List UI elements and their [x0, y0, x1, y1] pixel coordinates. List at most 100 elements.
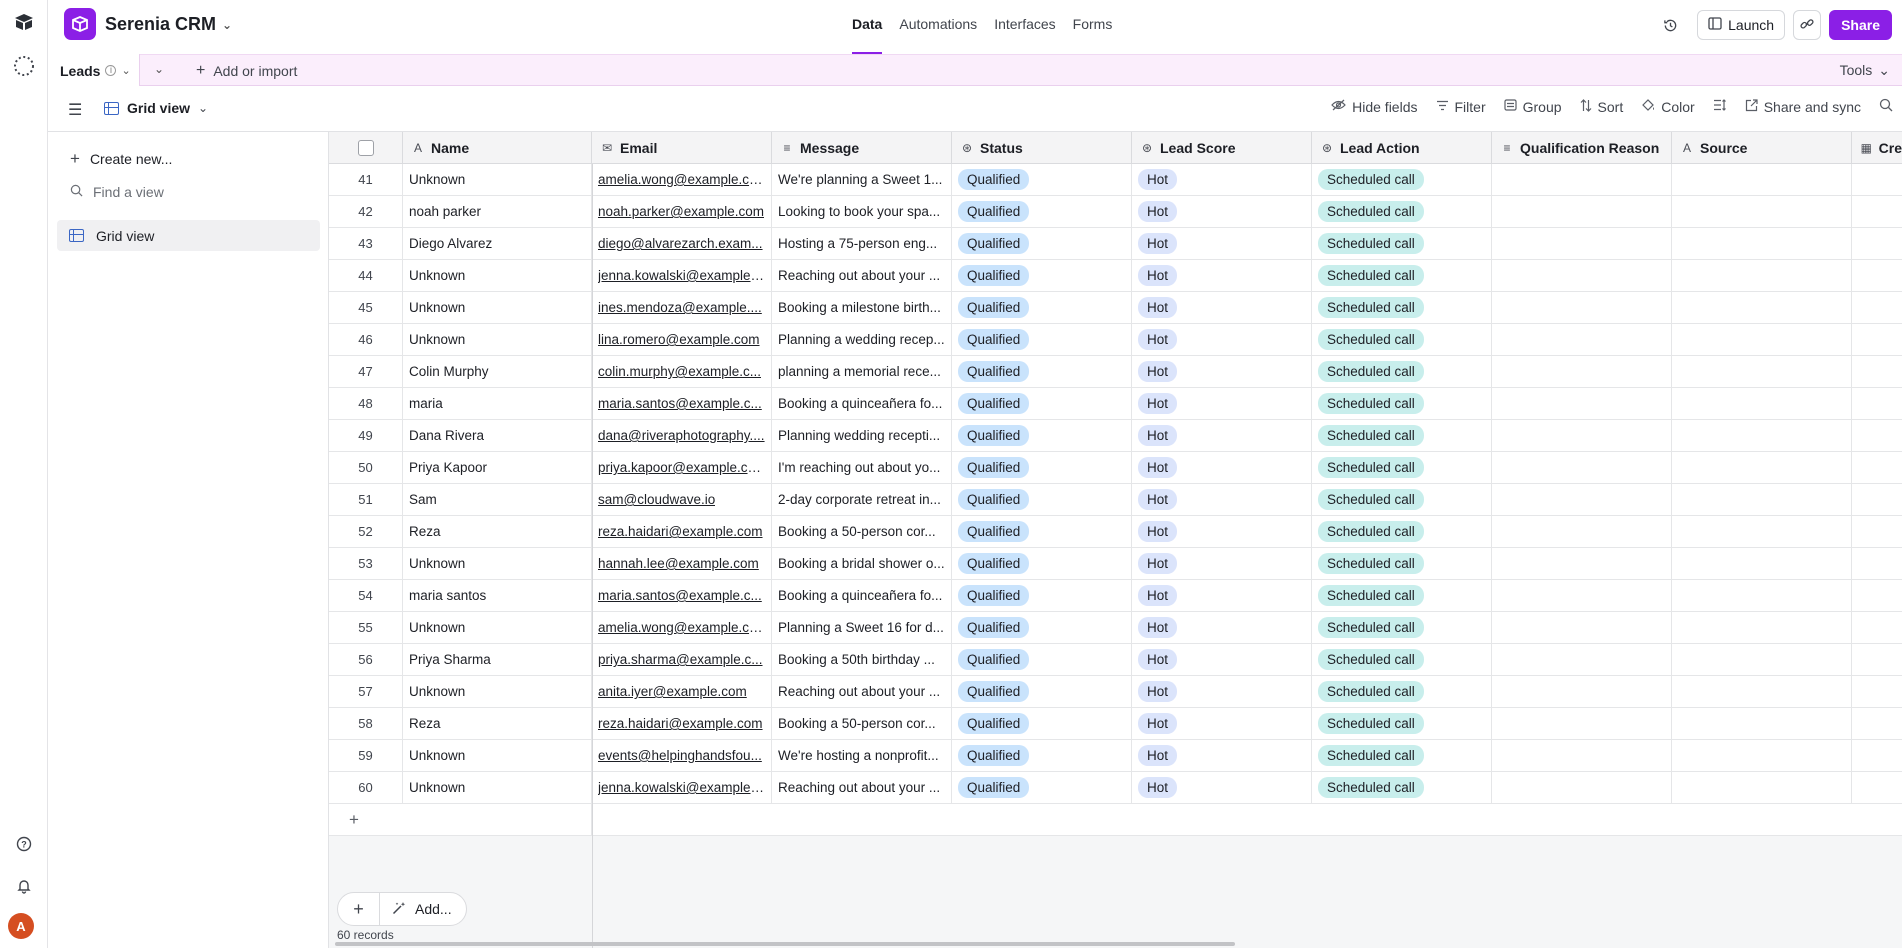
created-cell[interactable]	[1852, 196, 1902, 227]
email-cell[interactable]: jenna.kowalski@example....	[592, 772, 772, 803]
status-cell[interactable]: Qualified	[952, 260, 1132, 291]
view-switcher[interactable]: Grid view ⌄	[104, 100, 208, 116]
email-cell[interactable]: reza.haidari@example.com	[592, 516, 772, 547]
lead-action-cell[interactable]: Scheduled call	[1312, 260, 1492, 291]
lead-action-cell[interactable]: Scheduled call	[1312, 292, 1492, 323]
email-link[interactable]: sam@cloudwave.io	[598, 492, 715, 507]
copy-link-button[interactable]	[1793, 10, 1822, 40]
message-cell[interactable]: Booking a quinceañera fo...	[772, 388, 952, 419]
table-row[interactable]: 60 Unknown jenna.kowalski@example.... Reach…	[329, 772, 1902, 804]
created-cell[interactable]	[1852, 708, 1902, 739]
message-cell[interactable]: Booking a quinceañera fo...	[772, 580, 952, 611]
lead-score-cell[interactable]: Hot	[1132, 740, 1312, 771]
lead-action-cell[interactable]: Scheduled call	[1312, 772, 1492, 803]
message-cell[interactable]: We're planning a Sweet 1...	[772, 164, 952, 195]
email-link[interactable]: events@helpinghandsfou...	[598, 748, 762, 763]
qualification-reason-cell[interactable]	[1492, 228, 1672, 259]
sort-button[interactable]: Sort	[1571, 99, 1633, 115]
email-cell[interactable]: noah.parker@example.com	[592, 196, 772, 227]
lead-action-cell[interactable]: Scheduled call	[1312, 484, 1492, 515]
created-cell[interactable]	[1852, 324, 1902, 355]
qualification-reason-cell[interactable]	[1492, 164, 1672, 195]
lead-action-cell[interactable]: Scheduled call	[1312, 580, 1492, 611]
email-cell[interactable]: maria.santos@example.c...	[592, 580, 772, 611]
column-header-email[interactable]: ✉ Email	[592, 132, 772, 164]
email-cell[interactable]: ines.mendoza@example....	[592, 292, 772, 323]
lead-score-cell[interactable]: Hot	[1132, 772, 1312, 803]
qualification-reason-cell[interactable]	[1492, 260, 1672, 291]
name-cell[interactable]: Unknown	[403, 740, 592, 771]
name-cell[interactable]: Unknown	[403, 612, 592, 643]
name-cell[interactable]: Priya Kapoor	[403, 452, 592, 483]
email-cell[interactable]: priya.sharma@example.c...	[592, 644, 772, 675]
status-cell[interactable]: Qualified	[952, 548, 1132, 579]
qualification-reason-cell[interactable]	[1492, 772, 1672, 803]
source-cell[interactable]	[1672, 484, 1852, 515]
source-cell[interactable]	[1672, 228, 1852, 259]
name-cell[interactable]: Unknown	[403, 260, 592, 291]
qualification-reason-cell[interactable]	[1492, 292, 1672, 323]
email-link[interactable]: reza.haidari@example.com	[598, 524, 763, 539]
lead-score-cell[interactable]: Hot	[1132, 196, 1312, 227]
table-row[interactable]: 47 Colin Murphy colin.murphy@example.c... p…	[329, 356, 1902, 388]
email-cell[interactable]: lina.romero@example.com	[592, 324, 772, 355]
email-link[interactable]: hannah.lee@example.com	[598, 556, 759, 571]
lead-action-cell[interactable]: Scheduled call	[1312, 388, 1492, 419]
source-cell[interactable]	[1672, 196, 1852, 227]
user-avatar[interactable]: A	[8, 913, 34, 939]
status-cell[interactable]: Qualified	[952, 420, 1132, 451]
lead-score-cell[interactable]: Hot	[1132, 484, 1312, 515]
name-cell[interactable]: Unknown	[403, 324, 592, 355]
info-icon[interactable]: i	[105, 65, 117, 76]
table-row[interactable]: 43 Diego Alvarez diego@alvarezarch.exam...…	[329, 228, 1902, 260]
chevron-down-icon[interactable]: ⌄	[121, 64, 130, 77]
lead-action-cell[interactable]: Scheduled call	[1312, 548, 1492, 579]
status-cell[interactable]: Qualified	[952, 228, 1132, 259]
base-name-dropdown[interactable]: Serenia CRM ⌄	[105, 14, 232, 35]
qualification-reason-cell[interactable]	[1492, 388, 1672, 419]
lead-action-cell[interactable]: Scheduled call	[1312, 420, 1492, 451]
lead-action-cell[interactable]: Scheduled call	[1312, 452, 1492, 483]
status-cell[interactable]: Qualified	[952, 740, 1132, 771]
lead-action-cell[interactable]: Scheduled call	[1312, 644, 1492, 675]
lead-score-cell[interactable]: Hot	[1132, 612, 1312, 643]
table-row[interactable]: 50 Priya Kapoor priya.kapoor@example.co...…	[329, 452, 1902, 484]
email-link[interactable]: amelia.wong@example.com	[598, 620, 765, 635]
created-cell[interactable]	[1852, 356, 1902, 387]
name-cell[interactable]: maria	[403, 388, 592, 419]
email-link[interactable]: jenna.kowalski@example....	[598, 268, 765, 283]
status-cell[interactable]: Qualified	[952, 356, 1132, 387]
qualification-reason-cell[interactable]	[1492, 196, 1672, 227]
table-row[interactable]: 45 Unknown ines.mendoza@example.... Booking…	[329, 292, 1902, 324]
name-cell[interactable]: Sam	[403, 484, 592, 515]
message-cell[interactable]: planning a memorial rece...	[772, 356, 952, 387]
status-cell[interactable]: Qualified	[952, 388, 1132, 419]
toggle-sidebar-menu-icon[interactable]: ☰	[68, 100, 82, 120]
email-cell[interactable]: amelia.wong@example.com	[592, 612, 772, 643]
source-cell[interactable]	[1672, 772, 1852, 803]
name-cell[interactable]: noah parker	[403, 196, 592, 227]
table-row[interactable]: 57 Unknown anita.iyer@example.com Reaching …	[329, 676, 1902, 708]
column-header-status[interactable]: ⊛ Status	[952, 132, 1132, 164]
lead-score-cell[interactable]: Hot	[1132, 676, 1312, 707]
lead-score-cell[interactable]: Hot	[1132, 644, 1312, 675]
table-row[interactable]: 42 noah parker noah.parker@example.com Look…	[329, 196, 1902, 228]
status-cell[interactable]: Qualified	[952, 516, 1132, 547]
share-and-sync-button[interactable]: Share and sync	[1736, 99, 1870, 115]
lead-score-cell[interactable]: Hot	[1132, 164, 1312, 195]
tools-menu[interactable]: Tools ⌄	[1840, 62, 1890, 79]
email-cell[interactable]: reza.haidari@example.com	[592, 708, 772, 739]
add-row[interactable]: +	[329, 804, 1902, 836]
source-cell[interactable]	[1672, 356, 1852, 387]
name-cell[interactable]: Unknown	[403, 772, 592, 803]
source-cell[interactable]	[1672, 580, 1852, 611]
created-cell[interactable]	[1852, 548, 1902, 579]
name-cell[interactable]: Unknown	[403, 676, 592, 707]
table-row[interactable]: 53 Unknown hannah.lee@example.com Booking a…	[329, 548, 1902, 580]
email-cell[interactable]: dana@riveraphotography....	[592, 420, 772, 451]
message-cell[interactable]: Looking to book your spa...	[772, 196, 952, 227]
table-row[interactable]: 44 Unknown jenna.kowalski@example.... Reach…	[329, 260, 1902, 292]
name-cell[interactable]: maria santos	[403, 580, 592, 611]
tab-forms[interactable]: Forms	[1073, 0, 1113, 54]
qualification-reason-cell[interactable]	[1492, 708, 1672, 739]
